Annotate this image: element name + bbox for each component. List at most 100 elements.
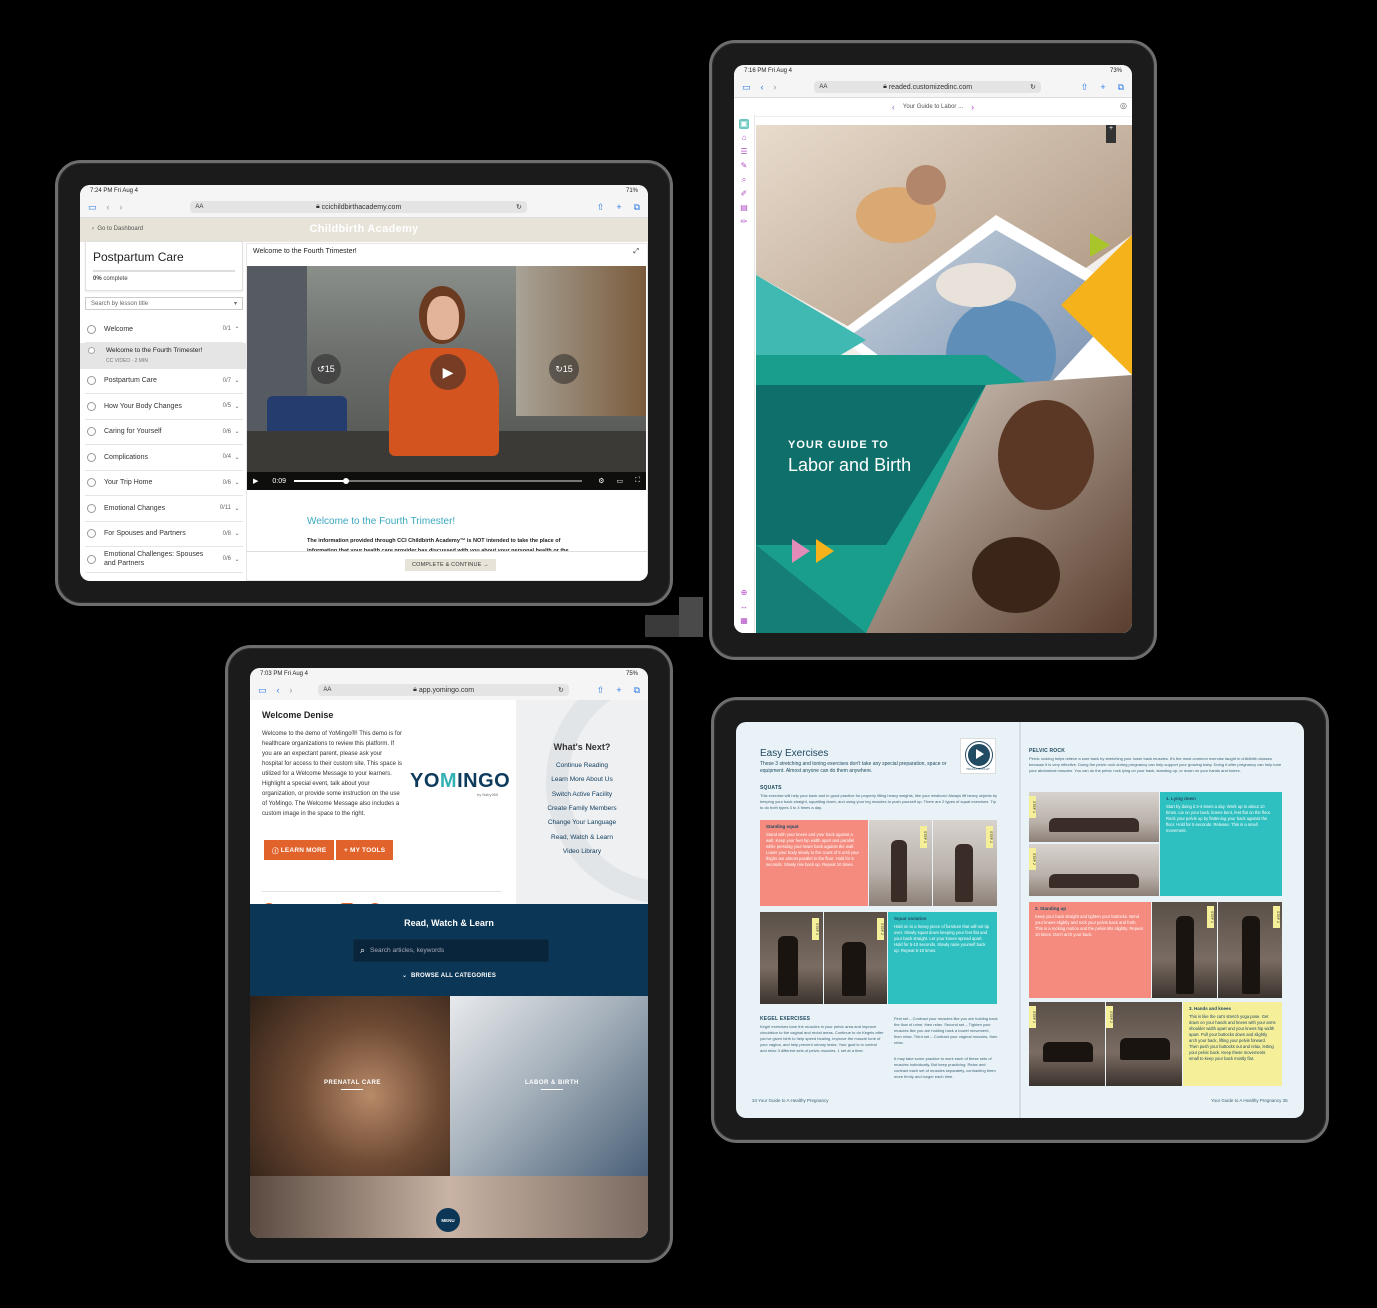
play-small-icon[interactable]: ▶	[253, 477, 258, 485]
address-bar[interactable]: AA 🔒︎ ccichildbirthacademy.com ↻	[190, 201, 527, 213]
skip-forward-button[interactable]: ↻ 15	[549, 354, 579, 384]
lesson-status-circle	[87, 503, 96, 513]
lesson-row[interactable]: Caring for Yourself 0/6 ⌄	[85, 420, 243, 445]
tabs-icon[interactable]: ⧉	[1118, 82, 1124, 92]
forward-icon[interactable]: ›	[119, 202, 122, 212]
reload-icon[interactable]: ↻	[1030, 83, 1036, 91]
whats-next-link[interactable]: Switch Active Facility	[516, 791, 648, 798]
next-page-icon[interactable]: ›	[971, 102, 974, 112]
chevron-down-icon[interactable]: ⌄	[231, 505, 243, 512]
share-icon[interactable]: ⇧	[1081, 82, 1089, 92]
whats-next-link[interactable]: Learn More About Us	[516, 776, 648, 783]
address-bar[interactable]: AA 🔒︎ app.yomingo.com ↻	[318, 684, 569, 696]
play-button[interactable]: ▶	[430, 354, 466, 390]
highlight-icon[interactable]: ✎	[739, 161, 749, 171]
expand-icon[interactable]: ⤢	[633, 248, 639, 256]
bookmark-list-icon[interactable]: ▤	[739, 203, 749, 213]
whats-next-link[interactable]: Video Library	[516, 848, 648, 855]
article-search-input[interactable]: ⌕ Search articles, keywords	[353, 939, 549, 962]
chevron-down-icon[interactable]: ⌄	[231, 403, 243, 410]
browser-toolbar: ▭ ‹ › AA 🔒︎ ccichildbirthacademy.com ↻ ⇧…	[80, 197, 648, 218]
lesson-row[interactable]: Postpartum Care 0/7 ⌄	[85, 369, 243, 394]
menu-button[interactable]: MENU	[436, 1208, 460, 1232]
course-progress-bar	[93, 270, 235, 272]
whats-next-link[interactable]: Change Your Language	[516, 819, 648, 826]
new-tab-icon[interactable]: +	[616, 202, 621, 212]
back-icon[interactable]: ‹	[106, 202, 109, 212]
lesson-row[interactable]: Emotional Challenges: Spouses and Partne…	[85, 547, 243, 573]
back-icon[interactable]: ‹	[760, 82, 763, 92]
lesson-name: For Spouses and Partners	[104, 530, 186, 538]
forward-icon[interactable]: ›	[289, 685, 292, 695]
skip-back-button[interactable]: ↺ 15	[311, 354, 341, 384]
whats-next-link[interactable]: Create Family Members	[516, 805, 648, 812]
account-icon[interactable]: ◎	[1120, 101, 1127, 110]
my-tools-button[interactable]: + MY TOOLS	[336, 840, 394, 860]
library-icon[interactable]: ▣	[739, 119, 749, 129]
status-time: 7:24 PM Fri Aug 4	[90, 188, 139, 194]
learn-more-button[interactable]: ⓘ LEARN MORE	[264, 840, 335, 860]
chevron-down-icon[interactable]: ⌄	[231, 428, 243, 435]
layout-icon[interactable]: ▦	[739, 616, 749, 626]
touch-to-play-button[interactable]: TOUCH TO PLAY	[960, 738, 996, 774]
step-label: STEP 1	[1207, 906, 1214, 928]
reload-icon[interactable]: ↻	[558, 686, 564, 694]
lesson-row[interactable]: Complications 0/4 ⌄	[85, 445, 243, 471]
lesson-row[interactable]: Your Trip Home 0/6 ⌄	[85, 471, 243, 496]
browse-categories-link[interactable]: ⌄ BROWSE ALL CATEGORIES	[250, 972, 648, 979]
zoom-icon[interactable]: ⊕	[739, 588, 749, 598]
pen-icon[interactable]: ✏	[739, 217, 749, 227]
note-icon[interactable]: ✐	[739, 189, 749, 199]
reload-icon[interactable]: ↻	[516, 203, 522, 211]
whats-next-link[interactable]: Read, Watch & Learn	[516, 834, 648, 841]
new-tab-icon[interactable]: +	[1100, 82, 1105, 92]
prenatal-care-label: PRENATAL CARE	[324, 1080, 381, 1090]
search-icon[interactable]: ⌕	[739, 175, 749, 185]
video-scrubber[interactable]	[294, 478, 583, 484]
chevron-down-icon[interactable]: ⌄	[231, 454, 243, 461]
page-footer-left: 34 Your Guide to A Healthy Pregnancy	[752, 1098, 829, 1103]
tabs-icon[interactable]: ⧉	[634, 685, 640, 695]
fit-width-icon[interactable]: ↔	[739, 602, 749, 612]
sidebar-toggle-icon[interactable]: ▭	[88, 202, 97, 212]
share-icon[interactable]: ⇧	[597, 685, 605, 695]
lesson-search-select[interactable]: Search by lesson title ▾	[85, 297, 243, 310]
address-bar[interactable]: AA 🔒︎ readed.customizedinc.com ↻	[814, 81, 1041, 93]
chevron-down-icon[interactable]: ⌄	[231, 479, 243, 486]
reader-topbar: ‹ Your Guide to Labor ... › ◎	[734, 98, 1132, 117]
home-icon[interactable]: ⌂	[739, 133, 749, 143]
settings-gear-icon[interactable]: ⚙	[598, 477, 604, 485]
sidebar-toggle-icon[interactable]: ▭	[258, 685, 267, 695]
toc-list-icon[interactable]: ☰	[739, 147, 749, 157]
sub-lesson-active[interactable]: Welcome to the Fourth Trimester! CC VIDEO…	[80, 342, 248, 369]
reader-aa-button[interactable]: AA	[819, 84, 827, 90]
book-breadcrumb[interactable]: Your Guide to Labor ...	[903, 104, 963, 110]
whats-next-link[interactable]: Continue Reading	[516, 762, 648, 769]
lesson-content: Welcome to the Fourth Trimester! ⤢ ↺ 15 ▶…	[246, 243, 648, 581]
lesson-row[interactable]: For Spouses and Partners 0/8 ⌄	[85, 522, 243, 547]
lesson-row[interactable]: Emotional Changes 0/11 ⌄	[85, 496, 243, 522]
chevron-down-icon[interactable]: ⌄	[231, 530, 243, 537]
new-tab-icon[interactable]: +	[616, 685, 621, 695]
chevron-up-icon[interactable]: ⌃	[231, 326, 243, 333]
lesson-row[interactable]: Welcome 0/1 ⌃	[85, 317, 243, 343]
back-icon[interactable]: ‹	[276, 685, 279, 695]
exercise-photo	[1106, 1002, 1182, 1086]
complete-continue-button[interactable]: COMPLETE & CONTINUE →	[405, 559, 496, 571]
add-bookmark-icon[interactable]: +	[1106, 125, 1116, 143]
chevron-down-icon[interactable]: ⌄	[231, 556, 243, 563]
chevron-down-icon[interactable]: ⌄	[231, 377, 243, 384]
share-icon[interactable]: ⇧	[597, 202, 605, 212]
fullscreen-icon[interactable]: ⛶	[635, 477, 640, 485]
video-player[interactable]: ↺ 15 ▶ ↻ 15 ▶ 0:09 ⚙ ▭ ⛶	[247, 266, 646, 490]
tablet-ebook-reader: 7:16 PM Fri Aug 4 73% ▭ ‹ › AA 🔒︎ readed…	[709, 40, 1157, 660]
prev-page-icon[interactable]: ‹	[892, 102, 895, 112]
lesson-name: Caring for Yourself	[104, 428, 162, 436]
reader-aa-button[interactable]: AA	[195, 204, 203, 210]
forward-icon[interactable]: ›	[773, 82, 776, 92]
reader-aa-button[interactable]: AA	[323, 687, 331, 693]
lesson-row[interactable]: How Your Body Changes 0/5 ⌄	[85, 394, 243, 420]
sidebar-toggle-icon[interactable]: ▭	[742, 82, 751, 92]
airplay-icon[interactable]: ▭	[616, 477, 623, 485]
tabs-icon[interactable]: ⧉	[634, 202, 640, 212]
